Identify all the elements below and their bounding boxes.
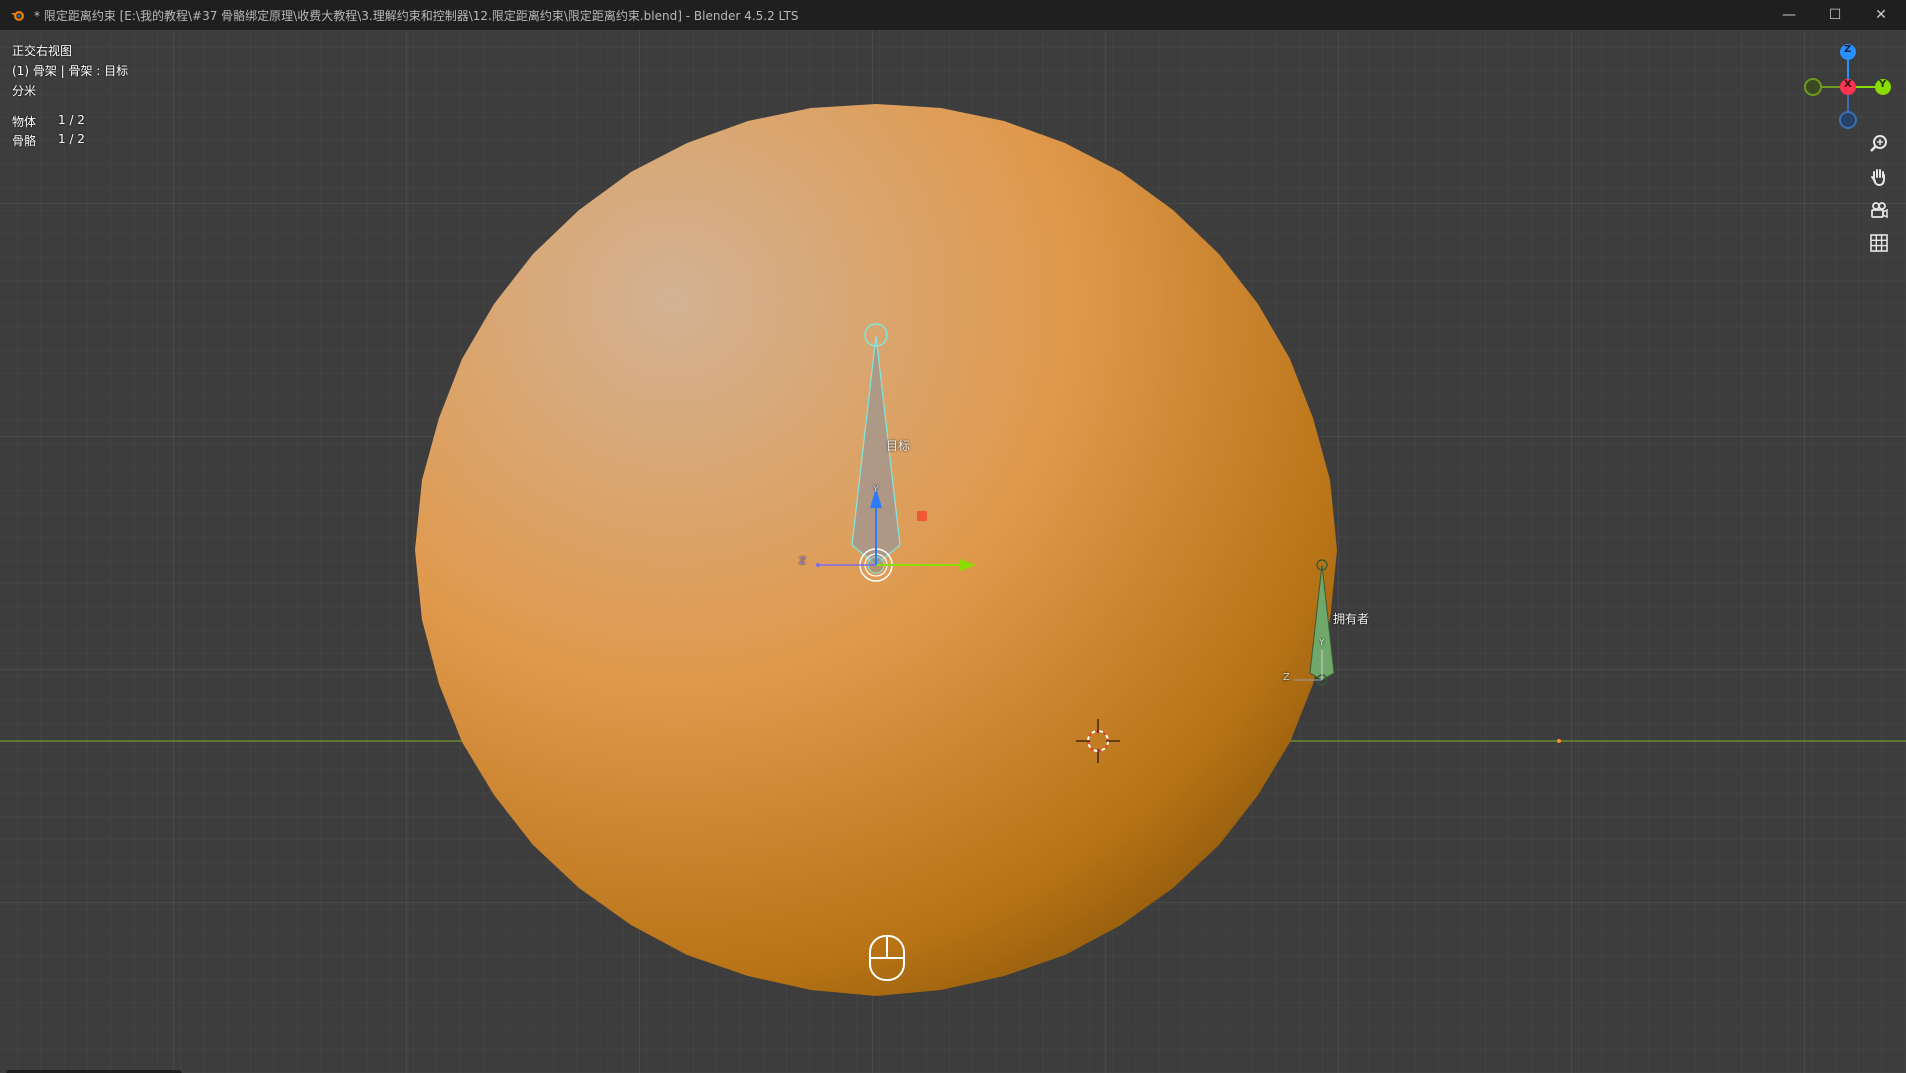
gizmo-z-label[interactable]: Z	[1844, 44, 1851, 55]
close-button[interactable]: ✕	[1858, 0, 1904, 30]
window-title: * 限定距离约束 [E:\我的教程\#37 骨骼绑定原理\收费大教程\3.理解约…	[34, 8, 799, 23]
pan-button[interactable]	[1865, 163, 1893, 191]
maximize-button[interactable]: ☐	[1812, 0, 1858, 30]
minimize-button[interactable]: —	[1766, 0, 1812, 30]
blender-logo-icon	[10, 7, 26, 23]
stat-objects-value: 1 / 2	[58, 113, 85, 127]
owner-axis-z-label: Z	[1283, 672, 1290, 683]
owner-bone-label: 拥有者	[1333, 612, 1370, 626]
camera-view-button[interactable]	[1865, 196, 1893, 224]
zoom-button[interactable]	[1865, 130, 1893, 158]
camera-view-icon	[1871, 202, 1888, 219]
gizmo-x-label[interactable]: X	[1844, 79, 1852, 90]
unit-label: 分米	[12, 84, 37, 98]
gizmo-y-label[interactable]: Y	[1879, 79, 1886, 90]
target-bone-label: 目标	[886, 439, 911, 453]
title-bar: * 限定距离约束 [E:\我的教程\#37 骨骼绑定原理\收费大教程\3.理解约…	[0, 0, 1906, 30]
zoom-icon	[1870, 135, 1887, 152]
viewport-canvas	[0, 30, 1906, 1073]
stat-bones-value: 1 / 2	[58, 132, 85, 146]
view-name: 正交右视图	[12, 44, 73, 58]
3d-viewport[interactable]: Z X Y 正交右视图 (1) 骨架 | 骨架: 目标 分米 物体 1 / 2…	[0, 30, 1906, 1073]
pan-hand-icon	[1871, 169, 1885, 187]
target-axis-z-label: Z	[799, 556, 806, 567]
perspective-toggle-button[interactable]	[1865, 229, 1893, 257]
active-context: (1) 骨架 | 骨架 : 目标	[12, 64, 129, 78]
stat-bones-label: 骨骼	[12, 134, 37, 148]
world-origin-point	[1557, 739, 1561, 743]
grid-toggle-icon	[1870, 234, 1888, 252]
stat-objects-label: 物体	[12, 115, 37, 129]
target-axis-y-label: Y	[873, 485, 879, 495]
owner-axis-y-label: Y	[1319, 638, 1325, 648]
